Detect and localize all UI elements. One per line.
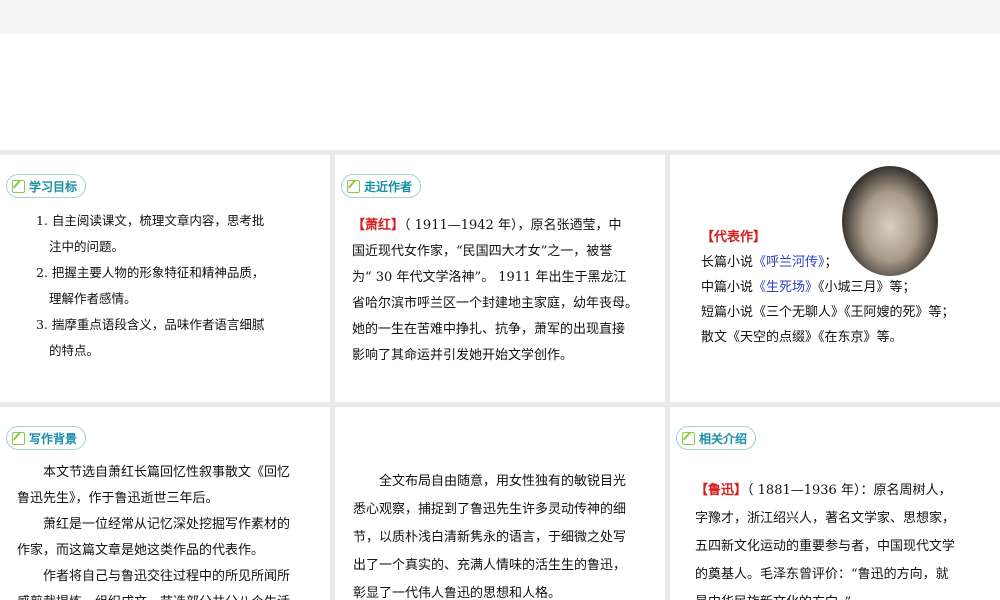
goal-line: 3. 揣摩重点语段含义，品味作者语言细腻 xyxy=(36,317,265,332)
related-line: （ 1881—1936 年）：原名周树人， xyxy=(747,483,952,498)
edit-icon xyxy=(347,179,360,193)
tag-label: 写作背景 xyxy=(29,431,78,446)
luxun-name: 【鲁迅】 xyxy=(695,483,748,498)
edit-icon xyxy=(12,431,25,445)
bio-line: 省哈尔滨市呼兰区一个封建地主家庭，幼年丧母。 xyxy=(352,296,639,311)
tag-label: 走近作者 xyxy=(364,179,413,194)
slide-author[interactable]: 走近作者 【萧红】（ 1911—1942 年），原名张迺莹，中 国近现代女作家，… xyxy=(335,155,665,402)
slide-works[interactable]: 【代表作】 长篇小说《呼兰河传》； 中篇小说《生死场》《小城三月》等； 短篇小说… xyxy=(670,155,1000,402)
top-bar xyxy=(0,0,1000,34)
edit-icon xyxy=(12,179,25,193)
section-tag-author: 走近作者 xyxy=(341,174,422,198)
background-line: 本文节选自萧红长篇回忆性叙事散文《回忆 xyxy=(43,465,291,480)
tag-label: 相关介绍 xyxy=(699,431,748,446)
section-tag-goals: 学习目标 xyxy=(6,174,87,198)
bio-line: 国近现代女作家，“民国四大才女”之一，被誉 xyxy=(352,244,613,259)
layout-line: 节，以质朴浅白清新隽永的语言，于细微之处写 xyxy=(353,530,627,545)
slide-layout[interactable]: 全文布局自由随意，用女性独有的敏锐目光 悉心观察，捕捉到了鲁迅先生许多灵动传神的… xyxy=(335,407,665,600)
author-portrait xyxy=(842,166,938,276)
work-title: 《呼兰河传》 xyxy=(753,255,825,270)
bio-line: 影响了其命运并引发她开始文学创作。 xyxy=(352,348,574,363)
slide-background[interactable]: 写作背景 本文节选自萧红长篇回忆性叙事散文《回忆 鲁迅先生》，作于鲁迅逝世三年后… xyxy=(0,407,330,600)
layout-line: 出了一个真实的、充满人情味的活生生的鲁迅， xyxy=(353,558,627,573)
related-line: 是中华民族新文化的方向。” xyxy=(695,589,955,600)
works-text: 《小城三月》等； xyxy=(818,280,916,295)
blank-area xyxy=(0,34,1000,150)
bio-line: （ 1911—1942 年），原名张迺莹，中 xyxy=(404,218,622,233)
goal-line: 注中的问题。 xyxy=(49,239,125,254)
goal-line: 1. 自主阅读课文，梳理文章内容，思考批 xyxy=(36,213,265,228)
slide-related[interactable]: 相关介绍 【鲁迅】（ 1881—1936 年）：原名周树人， 字豫才，浙江绍兴人… xyxy=(670,407,1000,600)
bio-line: 她的一生在苦难中挣扎、抗争，萧军的出现直接 xyxy=(352,322,626,337)
background-line: 作者将自己与鲁迅交往过程中的所见所闻所 xyxy=(43,569,291,584)
background-text: 本文节选自萧红长篇回忆性叙事散文《回忆 鲁迅先生》，作于鲁迅逝世三年后。 萧红是… xyxy=(17,460,290,600)
layout-line: 悉心观察，捕捉到了鲁迅先生许多灵动传神的细 xyxy=(353,502,627,517)
author-name: 【萧红】 xyxy=(352,218,405,233)
layout-line: 全文布局自由随意，用女性独有的敏锐目光 xyxy=(379,474,627,489)
background-line: 萧红是一位经常从记忆深处挖掘写作素材的 xyxy=(43,517,291,532)
section-tag-related: 相关介绍 xyxy=(676,426,757,450)
works-text: ； xyxy=(824,255,838,270)
layout-line: 彰显了一代伟人鲁迅的思想和人格。 xyxy=(353,586,562,600)
goals-list: 1. 自主阅读课文，梳理文章内容，思考批注中的问题。 2. 把握主要人物的形象特… xyxy=(36,208,264,364)
works-line: 散文《天空的点缀》《在东京》等。 xyxy=(701,330,903,345)
tag-label: 学习目标 xyxy=(29,179,78,194)
related-line: 的奠基人。毛泽东曾评价：“鲁迅的方向，就 xyxy=(695,567,949,582)
edit-icon xyxy=(682,431,695,445)
background-line: 作家，而这篇文章是她这类作品的代表作。 xyxy=(17,543,265,558)
related-line: 五四新文化运动的重要参与者，中国现代文学 xyxy=(695,539,956,554)
goal-item: 3. 揣摩重点语段含义，品味作者语言细腻的特点。 xyxy=(36,312,264,364)
works-text: 长篇小说 xyxy=(701,255,754,270)
goal-line: 的特点。 xyxy=(49,343,100,358)
background-line: 鲁迅先生》，作于鲁迅逝世三年后。 xyxy=(17,491,219,506)
author-bio: 【萧红】（ 1911—1942 年），原名张迺莹，中 国近现代女作家，“民国四大… xyxy=(352,213,638,369)
bio-line: 为“ 30 年代文学洛神”。 1911 年出生于黑龙江 xyxy=(352,270,627,285)
related-line: 字豫才，浙江绍兴人，著名文学家、思想家， xyxy=(695,511,956,526)
work-title: 《生死场》 xyxy=(753,280,819,295)
layout-text: 全文布局自由随意，用女性独有的敏锐目光 悉心观察，捕捉到了鲁迅先生许多灵动传神的… xyxy=(353,468,626,600)
slide-goals[interactable]: 学习目标 1. 自主阅读课文，梳理文章内容，思考批注中的问题。 2. 把握主要人… xyxy=(0,155,330,402)
background-line: 感剪裁提炼，组织成文，节选部分共分八个生活 xyxy=(17,590,290,600)
related-text: 【鲁迅】（ 1881—1936 年）：原名周树人， 字豫才，浙江绍兴人，著名文学… xyxy=(695,477,955,600)
goal-line: 理解作者感情。 xyxy=(49,291,137,306)
goal-item: 1. 自主阅读课文，梳理文章内容，思考批注中的问题。 xyxy=(36,208,264,260)
goal-line: 2. 把握主要人物的形象特征和精神品质， xyxy=(36,265,265,280)
works-text: 中篇小说 xyxy=(701,280,754,295)
section-tag-background: 写作背景 xyxy=(6,426,87,450)
goal-item: 2. 把握主要人物的形象特征和精神品质， 理解作者感情。 xyxy=(36,260,264,312)
works-line: 短篇小说《三个无聊人》《王阿嫂的死》等； xyxy=(701,305,955,320)
